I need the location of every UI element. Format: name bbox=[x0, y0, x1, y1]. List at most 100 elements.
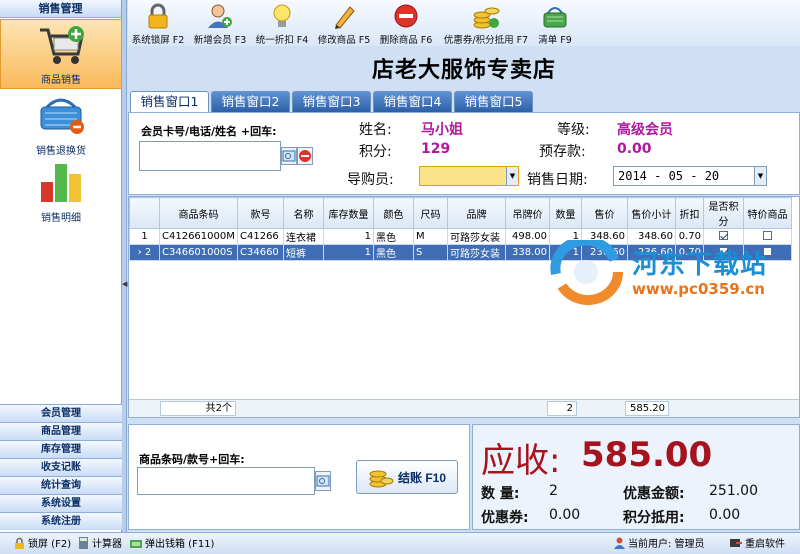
sidebar-item-bookkeeping[interactable]: 收支记账 bbox=[0, 458, 122, 476]
column-header[interactable]: 名称 bbox=[283, 197, 324, 229]
cell-size[interactable]: M bbox=[413, 228, 448, 245]
column-header[interactable]: 售价 bbox=[581, 197, 628, 229]
guide-select[interactable]: ▼ bbox=[419, 166, 519, 186]
shop-title: 店老大服饰专卖店 bbox=[371, 58, 556, 83]
cell-stock[interactable]: 1 bbox=[323, 228, 374, 245]
row-number: 2 bbox=[144, 247, 152, 258]
search-icon bbox=[282, 150, 296, 162]
tab-sales-window-5[interactable]: 销售窗口5 bbox=[454, 91, 533, 112]
column-header[interactable]: 折扣 bbox=[675, 197, 704, 229]
toolbar-label: 修改商品 F5 bbox=[317, 35, 371, 46]
column-header[interactable]: 是否积分 bbox=[703, 197, 744, 229]
column-header[interactable]: 特价商品 bbox=[743, 197, 792, 229]
restart-button[interactable]: 重启软件 bbox=[730, 537, 785, 551]
member-search-input[interactable] bbox=[139, 141, 281, 171]
calculator-label: 计算器 bbox=[92, 539, 122, 550]
lock-screen-status-button[interactable]: 锁屏 (F2) bbox=[14, 537, 71, 551]
coupon-points-button[interactable]: 优惠券/积分抵用 F7 bbox=[438, 0, 534, 46]
barcode-panel: 商品条码/款号+回车: 结账 F10 bbox=[128, 424, 470, 530]
chevron-down-icon[interactable]: ▼ bbox=[754, 167, 766, 185]
sidebar-item-sales-detail[interactable]: 销售明细 bbox=[0, 156, 122, 226]
cell-stock[interactable]: 1 bbox=[323, 244, 374, 261]
cell-name[interactable]: 连衣裙 bbox=[283, 228, 324, 245]
amount-due-label: 应收: bbox=[481, 441, 561, 481]
cell-barcode[interactable]: C412661000M bbox=[159, 228, 238, 245]
edit-product-button[interactable]: 修改商品 F5 bbox=[314, 0, 374, 46]
chevron-down-icon[interactable]: ▼ bbox=[506, 167, 518, 185]
cell-name[interactable]: 短裤 bbox=[283, 244, 324, 261]
column-header[interactable]: 款号 bbox=[237, 197, 284, 229]
cell-brand[interactable]: 可路莎女装 bbox=[447, 244, 506, 261]
item-count: 共2个 bbox=[160, 401, 236, 416]
toolbar-label: 删除商品 F6 bbox=[379, 35, 433, 46]
tab-sales-window-2[interactable]: 销售窗口2 bbox=[211, 91, 290, 112]
delete-product-button[interactable]: 删除商品 F6 bbox=[376, 0, 436, 46]
unified-discount-button[interactable]: 统一折扣 F4 bbox=[252, 0, 312, 46]
status-bar: 锁屏 (F2) 计算器 弹出钱箱 (F11) 当前用户: 管理员 重启软件 bbox=[0, 532, 800, 554]
calculator-button[interactable]: 计算器 bbox=[78, 537, 122, 551]
barcode-search-button[interactable] bbox=[315, 471, 331, 491]
special-checkbox[interactable] bbox=[763, 230, 772, 240]
lock-screen-button[interactable]: 系统锁屏 F2 bbox=[128, 0, 188, 46]
current-user-label: 当前用户: 管理员 bbox=[628, 539, 705, 550]
column-header[interactable]: 颜色 bbox=[373, 197, 414, 229]
add-user-icon bbox=[208, 4, 232, 28]
sidebar-item-product-sales[interactable]: 商品销售 bbox=[0, 19, 122, 89]
tab-sales-window-3[interactable]: 销售窗口3 bbox=[292, 91, 371, 112]
column-header[interactable]: 数量 bbox=[549, 197, 582, 229]
cell-tag-price[interactable]: 338.00 bbox=[505, 244, 550, 261]
list-button[interactable]: 清单 F9 bbox=[532, 0, 578, 46]
column-header[interactable]: 商品条码 bbox=[159, 197, 238, 229]
cell-style[interactable]: C41266 bbox=[237, 228, 284, 245]
cell-size[interactable]: S bbox=[413, 244, 448, 261]
settle-button[interactable]: 结账 F10 bbox=[356, 460, 458, 494]
column-header[interactable]: 尺码 bbox=[413, 197, 448, 229]
sidebar-item-label: 销售明细 bbox=[41, 213, 81, 224]
barcode-input[interactable] bbox=[137, 467, 315, 495]
sidebar-item-member-mgmt[interactable]: 会员管理 bbox=[0, 404, 122, 422]
summary-qty: 2 bbox=[549, 483, 558, 499]
sidebar-item-inventory-mgmt[interactable]: 库存管理 bbox=[0, 440, 122, 458]
lock-icon bbox=[15, 537, 24, 549]
level-label: 等级: bbox=[557, 122, 590, 138]
column-header[interactable]: 售价小计 bbox=[627, 197, 676, 229]
column-header[interactable]: 品牌 bbox=[447, 197, 506, 229]
restart-icon bbox=[730, 539, 742, 547]
restart-label: 重启软件 bbox=[745, 539, 785, 550]
toolbar-label: 统一折扣 F4 bbox=[255, 35, 309, 46]
add-member-button[interactable]: 新增会员 F3 bbox=[190, 0, 250, 46]
cell-color[interactable]: 黑色 bbox=[373, 228, 414, 245]
points-offset-label: 积分抵用: bbox=[623, 510, 685, 526]
member-points: 129 bbox=[421, 141, 451, 157]
cell-barcode[interactable]: C346601000S bbox=[159, 244, 238, 261]
sale-date-picker[interactable]: 2014 - 05 - 20 ▼ bbox=[613, 166, 767, 186]
cell-tag-price[interactable]: 498.00 bbox=[505, 228, 550, 245]
member-level: 高级会员 bbox=[617, 122, 673, 138]
tab-sales-window-4[interactable]: 销售窗口4 bbox=[373, 91, 452, 112]
sales-grid: 商品条码 款号 名称 库存数量 颜色 尺码 品牌 吊牌价 数量 售价 售价小计 … bbox=[128, 196, 800, 418]
collapse-arrow-icon[interactable]: ◀ bbox=[122, 280, 127, 288]
open-cashbox-button[interactable]: 弹出钱箱 (F11) bbox=[130, 537, 214, 551]
sidebar-item-statistics[interactable]: 统计查询 bbox=[0, 476, 122, 494]
qty-total: 2 bbox=[547, 401, 577, 416]
cashbox-label: 弹出钱箱 (F11) bbox=[145, 539, 215, 550]
points-checkbox[interactable] bbox=[719, 230, 728, 240]
member-clear-button[interactable] bbox=[297, 147, 313, 165]
sidebar-splitter[interactable]: ◀ bbox=[122, 0, 127, 532]
cell-brand[interactable]: 可路莎女装 bbox=[447, 228, 506, 245]
tab-sales-window-1[interactable]: 销售窗口1 bbox=[130, 91, 209, 113]
column-header[interactable]: 吊牌价 bbox=[505, 197, 550, 229]
member-search-button[interactable] bbox=[281, 147, 297, 165]
cell-style[interactable]: C34660 bbox=[237, 244, 284, 261]
deposit-label: 预存款: bbox=[539, 144, 586, 160]
sidebar-item-product-mgmt[interactable]: 商品管理 bbox=[0, 422, 122, 440]
sidebar-item-sales-return[interactable]: 销售退换货 bbox=[0, 89, 122, 159]
member-panel: 会员卡号/电话/姓名 +回车: 姓名: 马小姐 等级: 高级会员 积分: 129… bbox=[128, 112, 800, 195]
coupon-amount: 0.00 bbox=[549, 507, 581, 523]
sidebar-item-system-register[interactable]: 系统注册 bbox=[0, 512, 122, 530]
sidebar-item-system-settings[interactable]: 系统设置 bbox=[0, 494, 122, 512]
column-header[interactable]: 库存数量 bbox=[323, 197, 374, 229]
cell-color[interactable]: 黑色 bbox=[373, 244, 414, 261]
sidebar-item-label: 商品销售 bbox=[41, 75, 81, 86]
bar-chart-icon bbox=[41, 164, 81, 202]
